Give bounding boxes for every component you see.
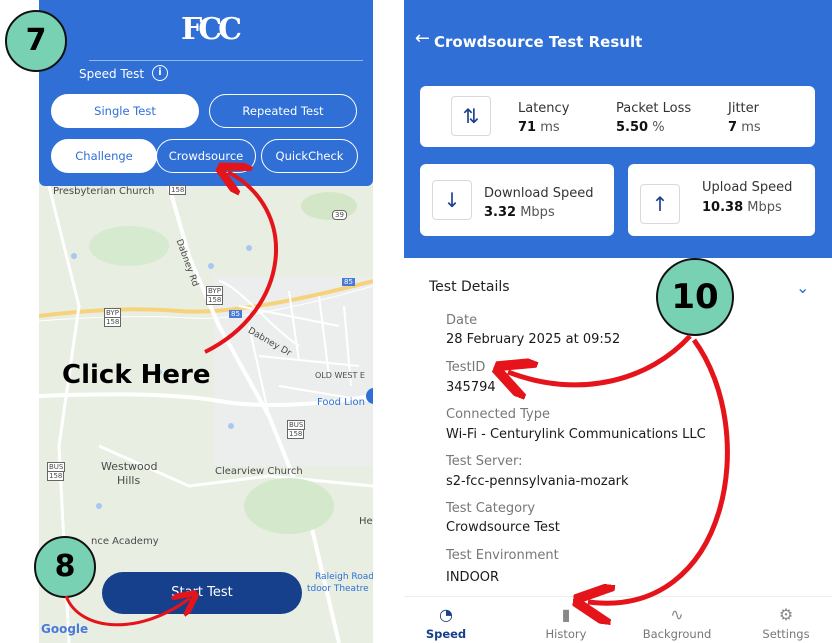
download-value: 3.32 [484, 205, 517, 220]
page-title: Crowdsource Test Result [434, 33, 643, 51]
tab-single-test[interactable]: Single Test [51, 94, 199, 128]
detail-value-date: 28 February 2025 at 09:52 [446, 332, 621, 347]
latency-label: Latency [518, 101, 570, 116]
start-test-button[interactable]: Start Test [102, 572, 302, 614]
map-label-hills: Hills [117, 474, 141, 487]
route-shield-39: 39 [332, 210, 347, 220]
map-label-clearview: Clearview Church [215, 466, 303, 477]
upload-card: ↑ Upload Speed 10.38 Mbps [628, 164, 815, 236]
nav-item-settings[interactable]: ⚙ Settings [736, 597, 832, 641]
route-shield-158-b: 158 [206, 295, 224, 305]
jitter-value-line: 7 ms [728, 120, 761, 135]
nav-label-history: History [545, 627, 587, 641]
test-details-title[interactable]: Test Details [429, 279, 510, 295]
arrow-up-icon: ↑ [640, 184, 680, 224]
chevron-down-icon[interactable]: ⌄ [796, 278, 809, 297]
header-divider [89, 60, 363, 61]
download-unit: Mbps [520, 205, 555, 220]
pulse-icon: ∿ [670, 605, 684, 624]
bottom-nav: ◔ Speed ▮ History ∿ Background ⚙ Setting… [404, 596, 832, 643]
google-logo: Google [41, 622, 89, 636]
packet-loss-value-line: 5.50 % [616, 120, 665, 135]
latency-value: 71 [518, 120, 537, 135]
jitter-label: Jitter [728, 101, 759, 116]
back-arrow-icon[interactable]: ← [404, 28, 430, 49]
step-8-badge: 8 [34, 536, 96, 598]
detail-label-test-server: Test Server: [446, 454, 523, 469]
map-label-westwood: Westwood [101, 460, 158, 473]
map-label-foodlion: Food Lion [317, 397, 365, 408]
download-value-line: 3.32 Mbps [484, 205, 555, 220]
upload-label: Upload Speed [702, 180, 793, 195]
packet-loss-value: 5.50 [616, 120, 649, 135]
map-label-oldwest: OLD WEST E [315, 371, 365, 380]
detail-label-test-environment: Test Environment [446, 548, 559, 563]
arrow-down-icon: ↓ [432, 180, 472, 220]
detail-label-date: Date [446, 313, 478, 328]
fcc-logo: FCC [181, 12, 242, 47]
detail-value-connected-type: Wi-Fi - Centurylink Communications LLC [446, 427, 706, 442]
gauge-icon: ◔ [439, 605, 453, 624]
swap-vertical-icon: ⇅ [451, 96, 491, 136]
bar-chart-icon: ▮ [561, 605, 571, 624]
route-shield-158-e: 158 [169, 185, 187, 195]
latency-value-line: 71 ms [518, 120, 560, 135]
nav-item-history[interactable]: ▮ History [516, 597, 616, 641]
click-here-label: Click Here [62, 360, 211, 390]
route-shield-85-a: 85 [229, 310, 242, 318]
map-label-church: Presbyterian Church [53, 186, 155, 197]
speed-test-label: Speed Test [79, 67, 145, 81]
upload-unit: Mbps [747, 200, 782, 215]
route-shield-85-b: 85 [342, 278, 355, 286]
detail-value-test-server: s2-fcc-pennsylvania-mozark [446, 474, 629, 489]
jitter-value: 7 [728, 120, 738, 135]
nav-item-background[interactable]: ∿ Background [627, 597, 727, 641]
packet-loss-label: Packet Loss [616, 101, 692, 116]
detail-label-testid: TestID [446, 360, 486, 375]
gear-icon: ⚙ [778, 605, 794, 624]
download-card: ↓ Download Speed 3.32 Mbps [420, 164, 614, 236]
detail-value-testid: 345794 [446, 380, 496, 395]
latency-card: ⇅ Latency 71 ms Packet Loss 5.50 % Jitte… [420, 86, 815, 147]
map-label-theatre: tdoor Theatre [307, 584, 369, 594]
detail-value-test-environment: INDOOR [446, 570, 500, 585]
tab-repeated-test[interactable]: Repeated Test [209, 94, 357, 128]
latency-unit: ms [540, 120, 560, 135]
nav-label-settings: Settings [762, 627, 810, 641]
result-header: ← Crowdsource Test Result ⇅ Latency 71 m… [404, 0, 832, 258]
info-icon[interactable]: i [152, 65, 168, 81]
detail-label-test-category: Test Category [446, 501, 536, 516]
step-10-badge: 10 [656, 258, 734, 336]
jitter-unit: ms [741, 120, 761, 135]
nav-item-speed[interactable]: ◔ Speed [404, 597, 496, 641]
speed-test-header: FCC Speed Test i Single Test Repeated Te… [39, 0, 373, 186]
route-shield-158-c: 158 [287, 429, 305, 439]
route-shield-158-d: 158 [47, 471, 65, 481]
map-label-academy: nce Academy [91, 536, 159, 547]
map-label-raleigh: Raleigh Road [315, 572, 373, 582]
detail-label-connected-type: Connected Type [446, 407, 550, 422]
download-label: Download Speed [484, 186, 594, 201]
upload-value-line: 10.38 Mbps [702, 200, 782, 215]
tab-crowdsource[interactable]: Crowdsource [156, 139, 256, 173]
tab-challenge[interactable]: Challenge [51, 139, 157, 173]
nav-label-background: Background [642, 627, 712, 641]
packet-loss-unit: % [652, 120, 665, 135]
detail-value-test-category: Crowdsource Test [446, 520, 560, 535]
step-7-badge: 7 [5, 10, 67, 72]
map-label-he: He [359, 516, 373, 527]
tutorial-collage: FCC Speed Test i Single Test Repeated Te… [0, 0, 832, 643]
crowdsource-result-screen: ← Crowdsource Test Result ⇅ Latency 71 m… [404, 0, 832, 643]
tab-quickcheck[interactable]: QuickCheck [261, 139, 358, 173]
route-shield-158-a: 158 [104, 317, 122, 327]
upload-value: 10.38 [702, 200, 744, 215]
nav-label-speed: Speed [425, 627, 467, 641]
